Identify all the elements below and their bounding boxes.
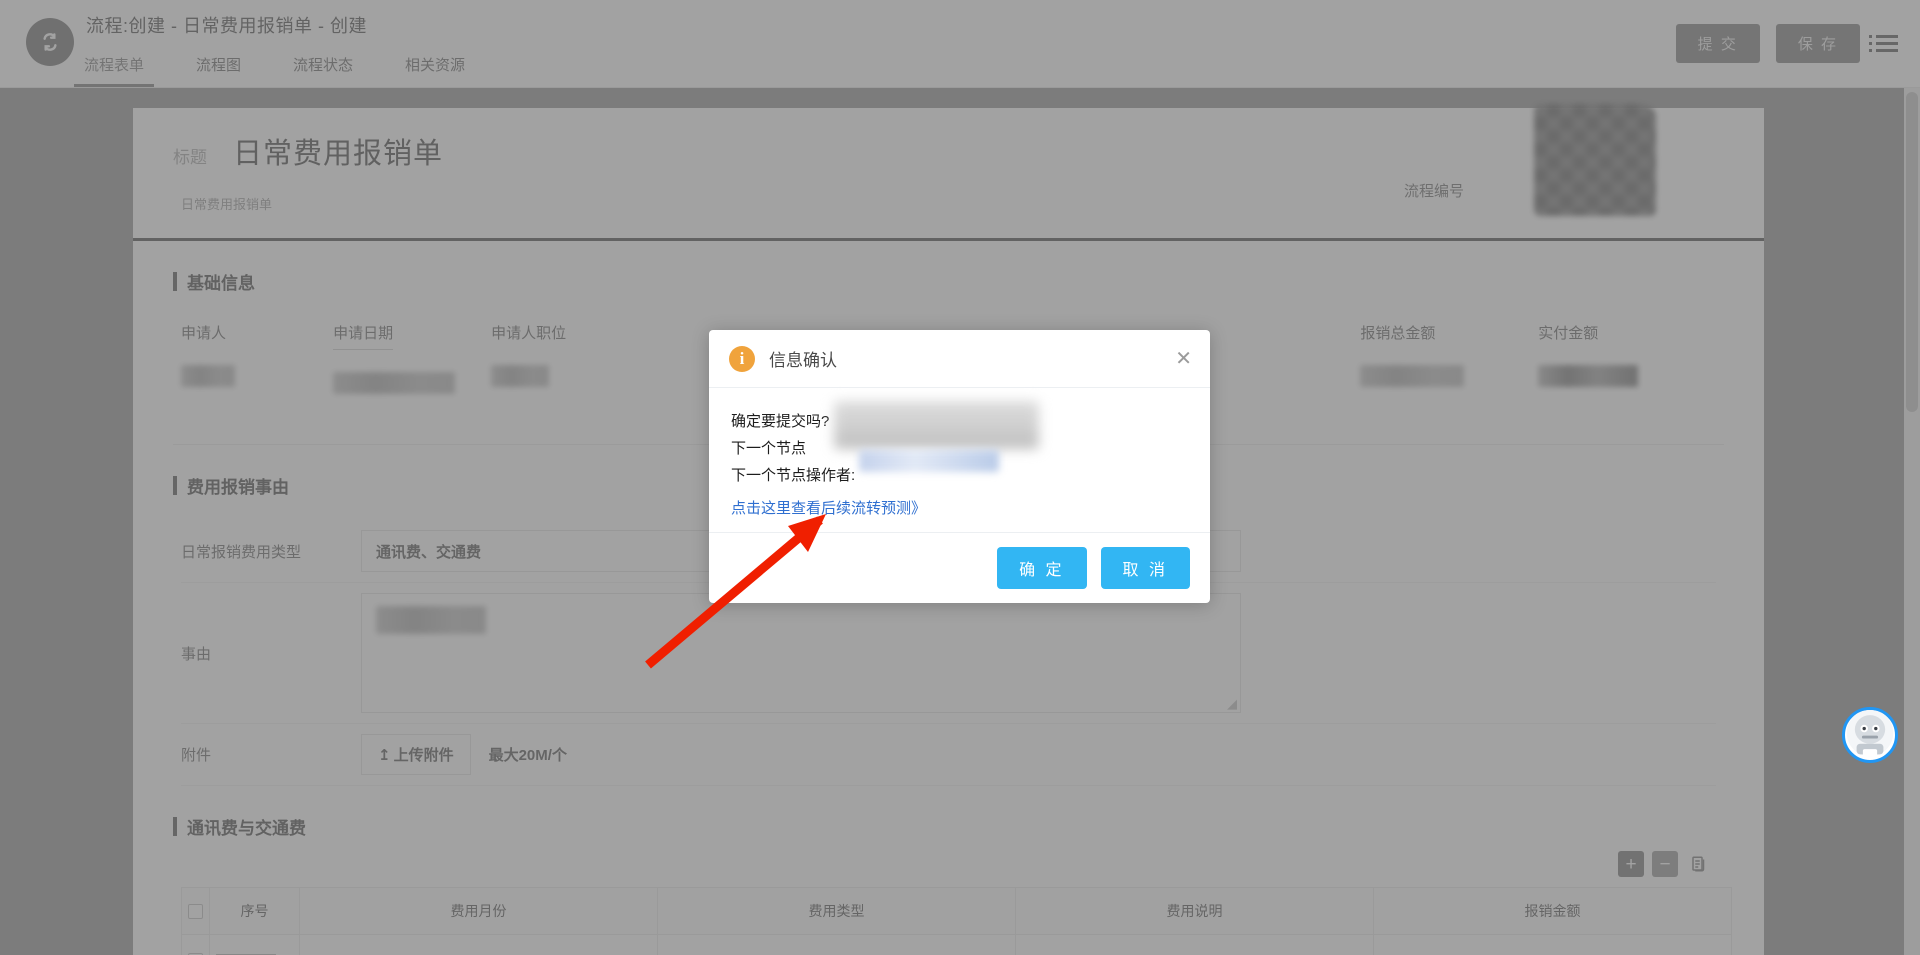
- select-all-header: [181, 887, 210, 935]
- save-button[interactable]: 保 存: [1775, 24, 1860, 63]
- page-title: 流程:创建 - 日常费用报销单 - 创建: [86, 16, 367, 36]
- section-basic-info-title: 基础信息: [173, 241, 1724, 298]
- tab-bar: 流程表单 流程图 流程状态 相关资源: [73, 48, 517, 87]
- assistant-robot-icon[interactable]: [1842, 707, 1898, 763]
- cancel-button[interactable]: 取 消: [1100, 547, 1190, 589]
- form-subtitle: 日常费用报销单: [181, 197, 273, 212]
- field-applicant-position-label: 申请人职位: [491, 325, 567, 342]
- reason-label: 事由: [181, 645, 212, 663]
- tab-process-diagram[interactable]: 流程图: [196, 48, 241, 87]
- cell-desc[interactable]: [1015, 934, 1374, 955]
- submit-button[interactable]: 提 交: [1675, 24, 1760, 63]
- flow-prediction-link[interactable]: 点击这里查看后续流转预测》: [731, 497, 926, 518]
- table-toolbar: + −: [173, 843, 1724, 887]
- process-number-label: 流程编号: [1403, 183, 1464, 200]
- row-attachment: 附件 ↥ 上传附件 最大20M/个: [181, 724, 1716, 786]
- field-total-amount-label: 报销总金额: [1360, 325, 1436, 342]
- upload-arrow-icon: ↥: [378, 746, 391, 764]
- upload-attachment-button[interactable]: ↥ 上传附件: [361, 734, 471, 775]
- top-bar: 流程:创建 - 日常费用报销单 - 创建 流程表单 流程图 流程状态 相关资源 …: [0, 0, 1920, 88]
- list-menu-icon[interactable]: [1869, 33, 1898, 54]
- dialog-title: 信息确认: [769, 351, 837, 370]
- form-header: 标题 日常费用报销单 日常费用报销单 流程编号: [133, 104, 1764, 241]
- form-title-value: 日常费用报销单: [233, 138, 444, 170]
- field-total-amount-value: [1360, 365, 1465, 387]
- blurred-next-operator-value: [859, 450, 999, 472]
- upload-attachment-label: 上传附件: [393, 747, 454, 764]
- field-applicant-position: 申请人职位: [491, 322, 659, 394]
- field-applicant-value: [181, 365, 235, 387]
- top-bar-actions: 提 交 保 存: [1675, 24, 1898, 63]
- confirm-dialog: i 信息确认 ✕ 确定要提交吗? 下一个节点 下一个节点操作者: 点击这里查看后…: [709, 330, 1210, 603]
- cell-type[interactable]: [657, 934, 1016, 955]
- column-header-amount[interactable]: 报销金额: [1373, 887, 1732, 935]
- info-icon: i: [729, 345, 755, 372]
- field-applicant: 申请人: [181, 322, 333, 394]
- confirm-button[interactable]: 确 定: [997, 547, 1087, 589]
- row-checkbox-cell: [181, 934, 210, 955]
- cell-month[interactable]: [299, 934, 658, 955]
- resize-grip-icon[interactable]: ◢: [1227, 697, 1237, 710]
- dialog-body: 确定要提交吗? 下一个节点 下一个节点操作者: 点击这里查看后续流转预测》: [709, 388, 1210, 532]
- field-applicant-position-value: [491, 365, 550, 387]
- tab-related-resources[interactable]: 相关资源: [405, 48, 465, 87]
- workflow-logo-icon: [26, 18, 74, 66]
- field-apply-date: 申请日期: [333, 322, 491, 394]
- blurred-seal-image: [1534, 104, 1656, 216]
- field-paid-amount-label: 实付金额: [1538, 325, 1599, 342]
- attachment-label: 附件: [181, 747, 212, 764]
- add-row-button[interactable]: +: [1618, 851, 1644, 877]
- reason-value-blurred: [376, 606, 486, 634]
- scrollbar-thumb[interactable]: [1906, 92, 1918, 412]
- title-label: 标题: [173, 148, 207, 167]
- field-apply-date-label: 申请日期: [333, 322, 394, 350]
- remove-row-button[interactable]: −: [1652, 851, 1678, 877]
- expense-table: 序号 费用月份 费用类型 费用说明 报销金额: [181, 887, 1732, 955]
- reason-textarea[interactable]: ◢: [361, 593, 1241, 713]
- copy-row-button[interactable]: [1686, 851, 1712, 877]
- field-paid-amount-value: [1538, 365, 1639, 387]
- tab-process-status[interactable]: 流程状态: [293, 48, 353, 87]
- section-expense-table: 通讯费与交通费 + − 序号 费用月份 费用类型 费用说明 报销金额: [133, 786, 1764, 955]
- upload-size-hint: 最大20M/个: [488, 747, 567, 764]
- table-header-row: 序号 费用月份 费用类型 费用说明 报销金额: [181, 887, 1732, 935]
- field-total-amount: 报销总金额: [1360, 322, 1538, 394]
- cell-seq: [209, 934, 300, 955]
- section-expense-table-title: 通讯费与交通费: [173, 786, 1724, 843]
- field-paid-amount: 实付金额: [1538, 322, 1716, 394]
- field-apply-date-value[interactable]: [333, 372, 456, 394]
- blurred-next-node-value: [834, 401, 1039, 449]
- field-applicant-label: 申请人: [181, 325, 227, 342]
- vertical-scrollbar[interactable]: [1904, 88, 1920, 955]
- dialog-footer: 确 定 取 消: [709, 532, 1210, 603]
- column-header-desc[interactable]: 费用说明: [1015, 887, 1374, 935]
- column-header-month[interactable]: 费用月份: [299, 887, 658, 935]
- expense-type-label: 日常报销费用类型: [181, 543, 302, 561]
- column-header-seq[interactable]: 序号: [209, 887, 300, 935]
- tab-process-form[interactable]: 流程表单: [73, 48, 155, 87]
- column-header-type[interactable]: 费用类型: [657, 887, 1016, 935]
- dialog-header: i 信息确认 ✕: [709, 330, 1210, 388]
- select-all-checkbox[interactable]: [188, 904, 203, 920]
- cell-amount[interactable]: [1373, 934, 1732, 955]
- table-row[interactable]: [181, 934, 1732, 955]
- close-icon[interactable]: ✕: [1175, 349, 1192, 369]
- row-reason: 事由 ◢: [181, 583, 1716, 724]
